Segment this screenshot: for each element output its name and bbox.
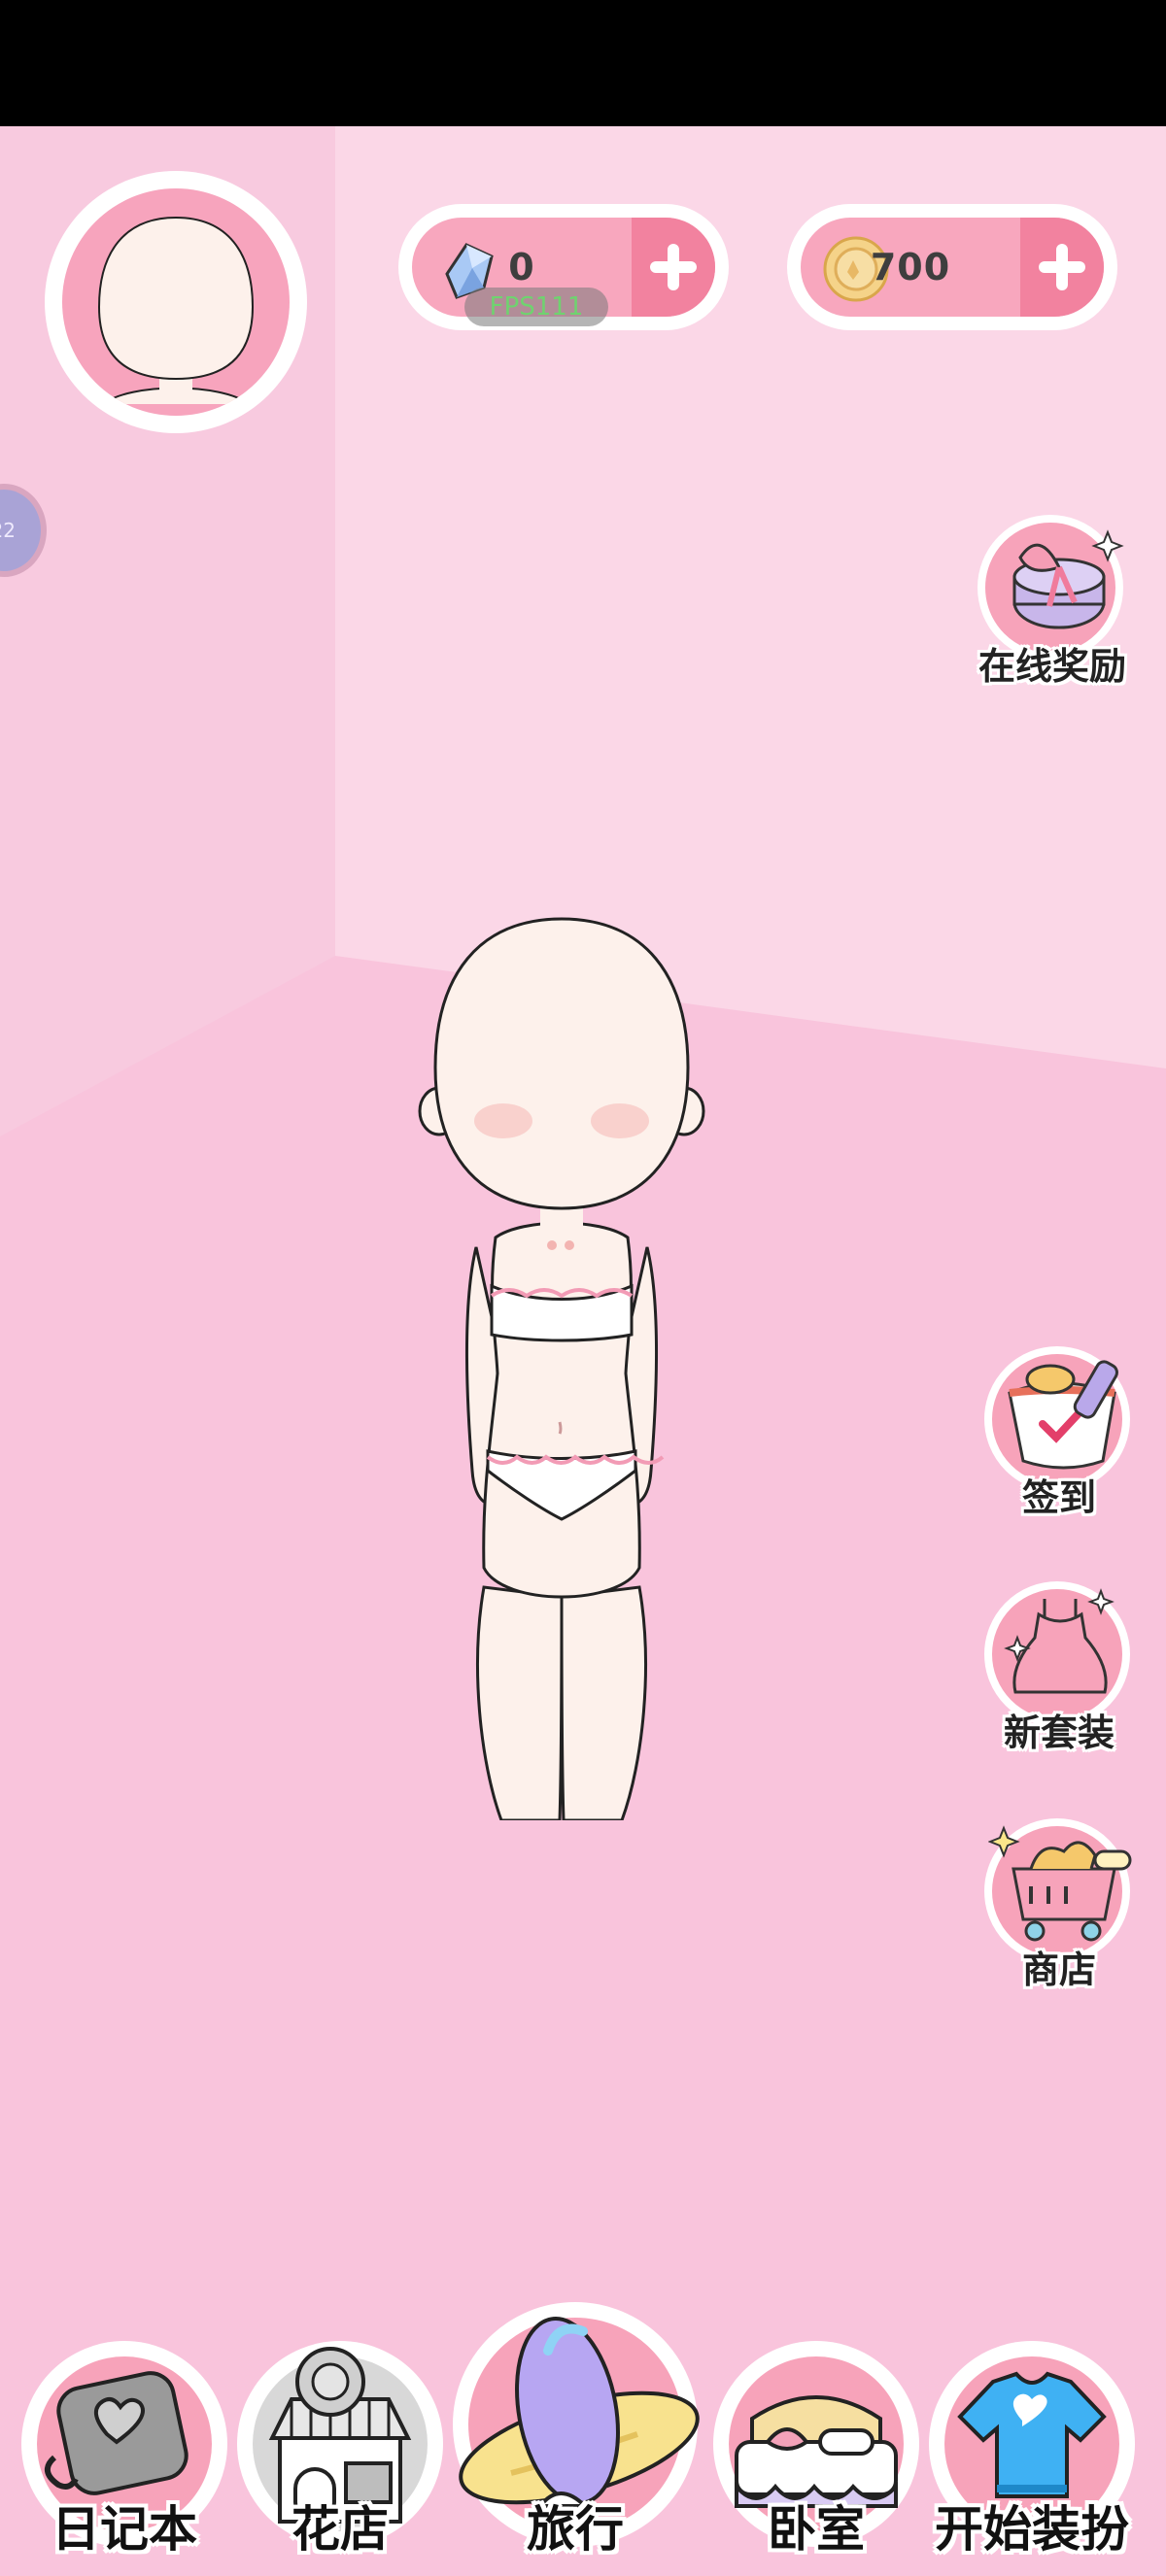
nav-start-dressup-label: 开始装扮: [935, 2501, 1129, 2558]
nav-bedroom[interactable]: 卧室: [713, 2341, 919, 2558]
plus-icon: [1039, 244, 1085, 290]
add-gems-button[interactable]: [632, 218, 715, 317]
coin-counter: 700: [787, 204, 1117, 330]
checkin-label: 签到: [1021, 1476, 1096, 1519]
nav-travel-label: 旅行: [527, 2501, 624, 2558]
nav-flower-shop[interactable]: 花店: [237, 2341, 443, 2558]
room-scene: 0 700 FPS111 2 在线奖励 签到 新套装 商店 日记本 花店 旅行 …: [0, 126, 1166, 2576]
checkin-button[interactable]: 签到: [977, 1346, 1142, 1519]
nav-diary[interactable]: 日记本: [21, 2341, 227, 2558]
dress-icon: [1004, 1588, 1115, 1694]
add-coins-button[interactable]: [1020, 218, 1104, 317]
gift-box-icon: [1012, 529, 1124, 629]
online-reward-button[interactable]: 在线奖励: [970, 515, 1135, 688]
online-reward-label: 在线奖励: [977, 645, 1126, 688]
nav-travel[interactable]: 旅行: [453, 2302, 700, 2558]
shopping-cart-icon: [988, 1825, 1132, 1942]
bottom-nav: 日记本 花店 旅行 卧室 开始装扮: [0, 2285, 1166, 2576]
checkin-bag-icon: [1008, 1360, 1118, 1470]
new-outfit-label: 新套装: [1003, 1712, 1115, 1754]
new-outfit-button[interactable]: 新套装: [977, 1581, 1142, 1754]
doll-character[interactable]: [406, 791, 717, 1820]
player-avatar[interactable]: [45, 171, 307, 433]
shop-button[interactable]: 商店: [977, 1818, 1142, 1991]
nav-start-dressup[interactable]: 开始装扮: [929, 2341, 1135, 2558]
plus-icon: [650, 244, 697, 290]
fps-counter: FPS111: [464, 288, 608, 326]
avatar-face-icon: [97, 216, 255, 405]
shop-label: 商店: [1021, 1949, 1096, 1991]
coin-count: 700: [870, 246, 951, 288]
status-bar: [0, 0, 1166, 126]
